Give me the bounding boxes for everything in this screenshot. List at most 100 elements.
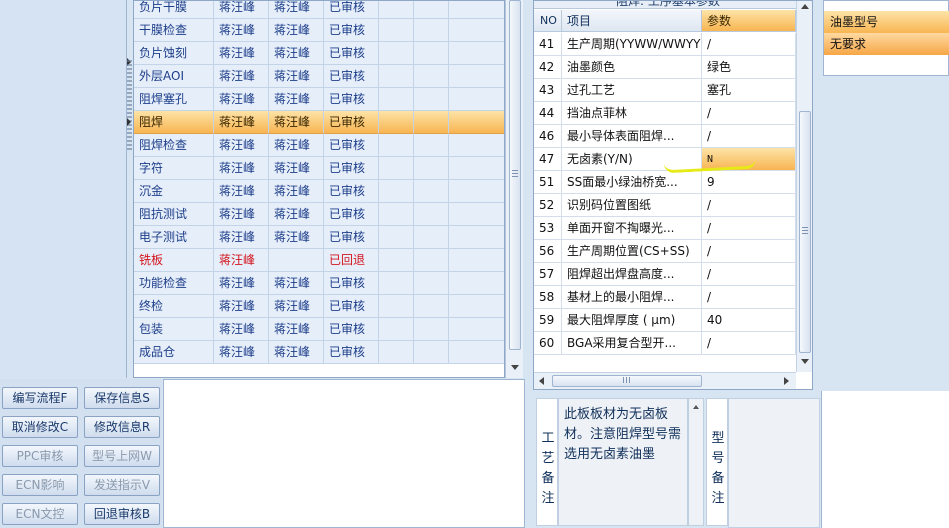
process-name-cell[interactable]: 成品仓	[134, 341, 214, 364]
status-cell[interactable]: 已审核	[324, 180, 379, 203]
operator-cell[interactable]: 蒋汪峰	[214, 318, 269, 341]
empty-cell[interactable]	[379, 203, 414, 226]
process-name-cell[interactable]: 电子测试	[134, 226, 214, 249]
process-name-cell[interactable]: 沉金	[134, 180, 214, 203]
process-row[interactable]: 阻抗测试 蒋汪峰 蒋汪峰 已审核	[134, 203, 504, 226]
status-cell[interactable]: 已审核	[324, 318, 379, 341]
empty-cell[interactable]	[379, 88, 414, 111]
reviewer-cell[interactable]: 蒋汪峰	[269, 19, 324, 42]
process-name-cell[interactable]: 阻焊检查	[134, 134, 214, 157]
scroll-down-arrow-icon[interactable]	[511, 365, 519, 370]
empty-cell[interactable]	[449, 180, 504, 203]
ecn-impact-button[interactable]: ECN影响	[2, 474, 78, 496]
operator-cell[interactable]: 蒋汪峰	[214, 272, 269, 295]
operator-cell[interactable]: 蒋汪峰	[214, 180, 269, 203]
empty-cell[interactable]	[449, 318, 504, 341]
param-no-cell[interactable]: 57	[534, 263, 562, 286]
scroll-up-arrow-icon[interactable]	[693, 405, 699, 409]
process-row[interactable]: 功能检查 蒋汪峰 蒋汪峰 已审核	[134, 272, 504, 295]
process-name-cell[interactable]: 负片干膜	[134, 1, 214, 19]
status-cell[interactable]: 已审核	[324, 1, 379, 19]
scroll-up-arrow-icon[interactable]	[801, 4, 809, 9]
reviewer-cell[interactable]: 蒋汪峰	[269, 65, 324, 88]
splitter-grip[interactable]	[127, 60, 132, 150]
empty-cell[interactable]	[379, 341, 414, 364]
empty-cell[interactable]	[449, 295, 504, 318]
process-row[interactable]: 阻焊检查 蒋汪峰 蒋汪峰 已审核	[134, 134, 504, 157]
param-no-cell[interactable]: 58	[534, 286, 562, 309]
param-item-cell[interactable]: 最大阻焊厚度 ( μm)	[562, 309, 702, 332]
param-item-cell[interactable]: 生产周期(YYWW/WWYY)	[562, 33, 702, 56]
reviewer-cell[interactable]: 蒋汪峰	[269, 157, 324, 180]
param-value-cell[interactable]: /	[702, 125, 796, 148]
param-row[interactable]: 42 油墨颜色 绿色	[534, 56, 796, 79]
revert-review-button[interactable]: 回退审核B	[84, 503, 160, 525]
param-value-cell[interactable]: 塞孔	[702, 79, 796, 102]
empty-cell[interactable]	[414, 249, 449, 272]
empty-cell[interactable]	[449, 249, 504, 272]
process-row[interactable]: 阻焊塞孔 蒋汪峰 蒋汪峰 已审核	[134, 88, 504, 111]
operator-cell[interactable]: 蒋汪峰	[214, 1, 269, 19]
param-no-cell[interactable]: 42	[534, 56, 562, 79]
param-row[interactable]: 51 SS面最小绿油桥宽... 9	[534, 171, 796, 194]
param-no-cell[interactable]: 56	[534, 240, 562, 263]
empty-cell[interactable]	[414, 19, 449, 42]
scroll-right-arrow-icon[interactable]	[784, 377, 789, 385]
empty-cell[interactable]	[449, 42, 504, 65]
process-row[interactable]: 字符 蒋汪峰 蒋汪峰 已审核	[134, 157, 504, 180]
empty-cell[interactable]	[414, 157, 449, 180]
empty-cell[interactable]	[414, 203, 449, 226]
reviewer-cell[interactable]: 蒋汪峰	[269, 134, 324, 157]
operator-cell[interactable]: 蒋汪峰	[214, 111, 269, 134]
ecn-control-button[interactable]: ECN文控	[2, 503, 78, 525]
empty-cell[interactable]	[414, 318, 449, 341]
reviewer-cell[interactable]: 蒋汪峰	[269, 226, 324, 249]
param-row[interactable]: 43 过孔工艺 塞孔	[534, 79, 796, 102]
process-row[interactable]: 电子测试 蒋汪峰 蒋汪峰 已审核	[134, 226, 504, 249]
status-cell[interactable]: 已审核	[324, 272, 379, 295]
status-cell[interactable]: 已回退	[324, 249, 379, 272]
param-item-cell[interactable]: 最小导体表面阻焊...	[562, 125, 702, 148]
empty-cell[interactable]	[379, 272, 414, 295]
scroll-left-arrow-icon[interactable]	[539, 377, 544, 385]
empty-cell[interactable]	[379, 1, 414, 19]
empty-cell[interactable]	[379, 249, 414, 272]
param-no-cell[interactable]: 44	[534, 102, 562, 125]
edit-info-button[interactable]: 修改信息R	[84, 416, 160, 438]
status-cell[interactable]: 已审核	[324, 19, 379, 42]
reviewer-cell[interactable]: 蒋汪峰	[269, 272, 324, 295]
reviewer-cell[interactable]: 蒋汪峰	[269, 180, 324, 203]
param-no-cell[interactable]: 51	[534, 171, 562, 194]
empty-cell[interactable]	[414, 1, 449, 19]
reviewer-cell[interactable]: 蒋汪峰	[269, 42, 324, 65]
param-value-cell[interactable]: /	[702, 33, 796, 56]
empty-cell[interactable]	[414, 42, 449, 65]
empty-cell[interactable]	[414, 111, 449, 134]
operator-cell[interactable]: 蒋汪峰	[214, 65, 269, 88]
process-name-cell[interactable]: 功能检查	[134, 272, 214, 295]
operator-cell[interactable]: 蒋汪峰	[214, 42, 269, 65]
status-cell[interactable]: 已审核	[324, 203, 379, 226]
process-name-cell[interactable]: 字符	[134, 157, 214, 180]
process-row[interactable]: 铣板 蒋汪峰 已回退	[134, 249, 504, 272]
param-row[interactable]: 41 生产周期(YYWW/WWYY) /	[534, 33, 796, 56]
status-cell[interactable]: 已审核	[324, 88, 379, 111]
param-item-cell[interactable]: 基材上的最小阻焊...	[562, 286, 702, 309]
column-header-item[interactable]: 项目	[562, 10, 702, 32]
craft-notes-textarea[interactable]: 此板板材为无卤板材。注意阻焊型号需选用无卤素油墨	[558, 398, 688, 526]
operator-cell[interactable]: 蒋汪峰	[214, 341, 269, 364]
param-value-cell[interactable]: /	[702, 102, 796, 125]
empty-cell[interactable]	[449, 341, 504, 364]
empty-cell[interactable]	[449, 111, 504, 134]
column-header-no[interactable]: NO	[534, 10, 562, 32]
param-row[interactable]: 59 最大阻焊厚度 ( μm) 40	[534, 309, 796, 332]
process-name-cell[interactable]: 负片蚀刻	[134, 42, 214, 65]
empty-cell[interactable]	[379, 295, 414, 318]
process-row[interactable]: 外层AOI 蒋汪峰 蒋汪峰 已审核	[134, 65, 504, 88]
ink-model-header[interactable]: 油墨型号	[824, 11, 949, 33]
operator-cell[interactable]: 蒋汪峰	[214, 19, 269, 42]
param-no-cell[interactable]: 52	[534, 194, 562, 217]
empty-cell[interactable]	[414, 272, 449, 295]
reviewer-cell[interactable]: 蒋汪峰	[269, 1, 324, 19]
process-name-cell[interactable]: 阻抗测试	[134, 203, 214, 226]
